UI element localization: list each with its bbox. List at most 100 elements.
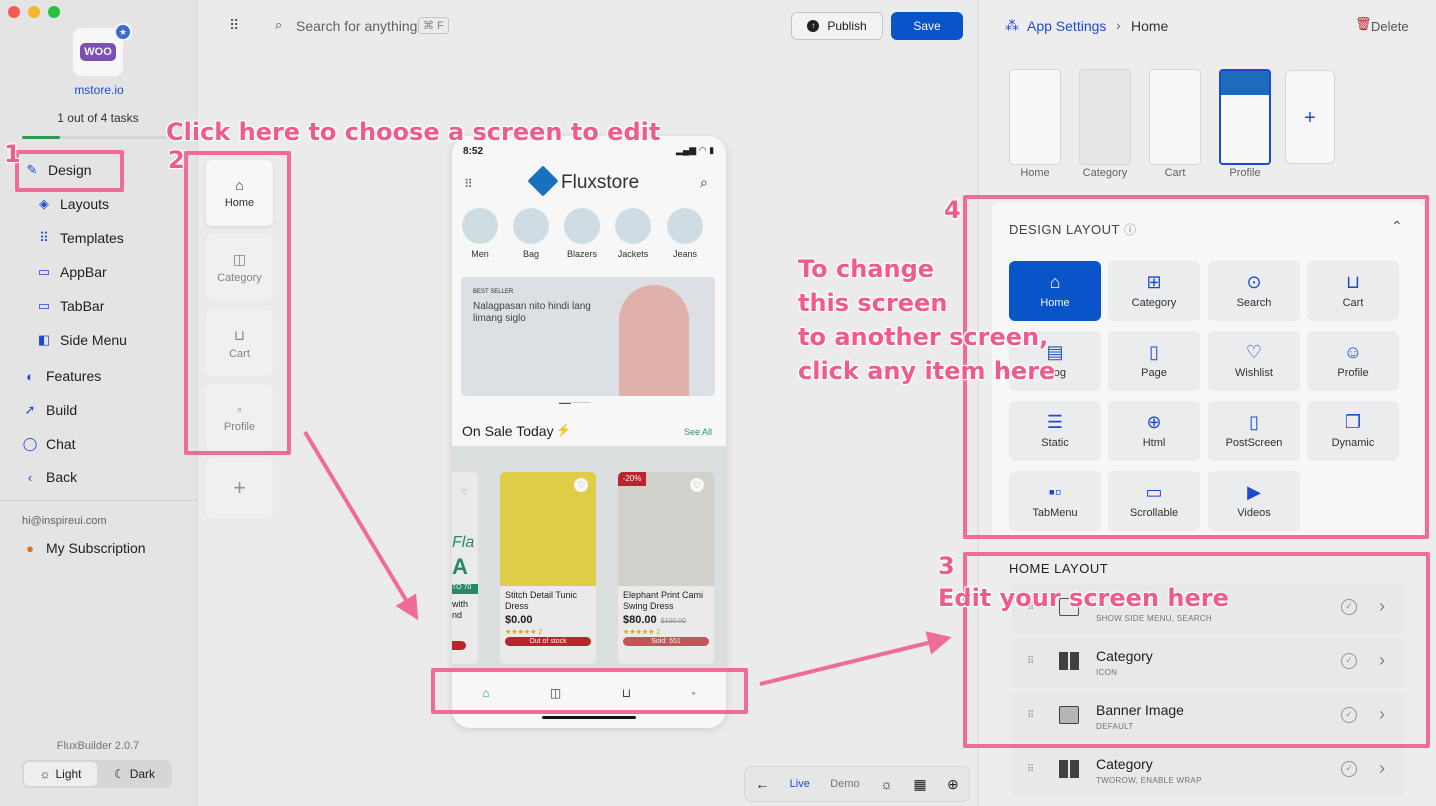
nav-templates[interactable]: ⠿ Templates xyxy=(36,230,124,246)
rating-stars: ★★★★★ 2 xyxy=(505,629,543,636)
banner-model-image xyxy=(619,285,689,396)
apps-grid-icon[interactable]: ⠿ xyxy=(229,17,239,34)
thumb-profile[interactable] xyxy=(1219,69,1271,165)
nav-side-menu[interactable]: ◧ Side Menu xyxy=(36,332,127,348)
category-blazers[interactable]: Blazers xyxy=(560,208,604,259)
table-icon[interactable]: ▦ xyxy=(913,776,926,793)
drag-handle-icon[interactable]: ⠿ xyxy=(1027,764,1034,775)
theme-switch: ☼ Light ☾ Dark xyxy=(22,760,172,788)
nav-features[interactable]: ◐ Features xyxy=(22,368,101,384)
close-window-button[interactable] xyxy=(8,6,20,18)
light-theme-button[interactable]: ☼ Light xyxy=(24,762,97,786)
add-screen-thumb-button[interactable]: + xyxy=(1285,70,1335,164)
delete-button[interactable]: Delete xyxy=(1371,19,1409,34)
section-title: On Sale Today xyxy=(462,423,554,439)
annotation-choose-screen: Click here to choose a screen to edit xyxy=(166,118,661,146)
category-bag[interactable]: Bag xyxy=(509,208,553,259)
highlight-tabbar xyxy=(431,668,748,714)
annotation-number-3: 3 xyxy=(938,552,955,580)
user-icon: ● xyxy=(26,540,34,556)
hat-icon xyxy=(667,208,703,244)
grid-icon: ⠿ xyxy=(39,230,49,245)
search-icon: ⌕ xyxy=(275,17,283,32)
annotation-edit-screen: Edit your screen here xyxy=(938,584,1229,612)
top-bar: ⠿ ⌕ Search for anything ⌘ F ↑ Publish Sa… xyxy=(199,0,977,52)
nav-tabbar[interactable]: ▭ TabBar xyxy=(36,298,105,314)
home-indicator xyxy=(542,716,636,719)
shirt-icon xyxy=(462,208,498,244)
chevron-left-icon: ‹ xyxy=(27,469,33,485)
search-icon[interactable]: ⌕ xyxy=(700,174,708,191)
breadcrumb-separator: › xyxy=(1116,17,1121,33)
save-button[interactable]: Save xyxy=(891,12,963,40)
nav-subscription[interactable]: ● My Subscription xyxy=(22,540,146,556)
thumb-home[interactable] xyxy=(1009,69,1061,165)
woo-logo: WOO xyxy=(80,43,116,61)
fluxstore-logo-icon xyxy=(527,165,559,197)
maximize-window-button[interactable] xyxy=(48,6,60,18)
sun-icon[interactable]: ☼ xyxy=(880,776,893,792)
menu-dots-icon[interactable]: ⠿ xyxy=(464,177,473,191)
version-text: FluxBuilder 2.0.7 xyxy=(56,740,140,752)
nav-chat[interactable]: ◯ Chat xyxy=(22,436,76,452)
shoe-icon xyxy=(615,208,651,244)
publish-button[interactable]: ↑ Publish xyxy=(791,12,883,40)
search-input[interactable]: Search for anything xyxy=(296,18,417,34)
highlight-home-layout xyxy=(963,552,1430,748)
add-screen-button[interactable]: + xyxy=(206,458,273,518)
check-circle-icon[interactable]: ✓ xyxy=(1341,761,1357,777)
partial-heart-icon[interactable]: ♡ xyxy=(452,483,472,501)
see-all-link[interactable]: See All xyxy=(684,427,712,437)
highlight-design xyxy=(15,150,124,192)
tabbar-icon: ▭ xyxy=(37,298,51,313)
thumb-category[interactable] xyxy=(1079,69,1131,165)
sun-icon: ☼ xyxy=(39,767,51,781)
carousel-dots: ▬▬▬ ─── ─── xyxy=(559,400,591,405)
annotation-number-4: 4 xyxy=(944,196,961,224)
rocket-icon: ➚ xyxy=(24,402,36,417)
category-jeans[interactable]: Jeans xyxy=(663,208,707,259)
arrow-left-icon[interactable]: ← xyxy=(755,776,769,792)
search-shortcut: ⌘ F xyxy=(418,17,449,34)
heart-icon[interactable]: ♡ xyxy=(690,478,704,492)
category-men[interactable]: Men xyxy=(458,208,502,259)
product-card[interactable]: ♡ Stitch Detail Tunic Dress $0.00 ★★★★★ … xyxy=(500,472,596,664)
zoom-in-icon[interactable]: ⊕ xyxy=(947,776,959,793)
star-badge-icon: ★ xyxy=(114,23,132,41)
arrow-to-tabbar xyxy=(303,430,419,621)
discount-badge: -20% xyxy=(618,472,646,486)
highlight-screens xyxy=(184,151,291,455)
annotation-number-1: 1 xyxy=(4,140,21,168)
bag-icon xyxy=(513,208,549,244)
banner[interactable]: BEST SELLER Nalagpasan nito hindi lang l… xyxy=(461,277,715,396)
minimize-window-button[interactable] xyxy=(28,6,40,18)
category-jackets[interactable]: Jackets xyxy=(611,208,655,259)
magic-wand-icon: ⁂ xyxy=(1005,17,1019,33)
dark-theme-button[interactable]: ☾ Dark xyxy=(99,762,170,786)
divider xyxy=(0,500,198,501)
sidemenu-icon: ◧ xyxy=(37,332,51,347)
appbar-icon: ▭ xyxy=(37,264,51,279)
tasks-progress xyxy=(22,136,174,139)
live-tab[interactable]: Live xyxy=(790,778,810,790)
nav-layouts[interactable]: ◈ Layouts xyxy=(36,196,109,212)
thumb-cart[interactable] xyxy=(1149,69,1201,165)
breadcrumb-current: Home xyxy=(1131,18,1169,34)
chat-icon: ◯ xyxy=(22,436,38,451)
layout-row[interactable]: ⠿ Category TWOROW, ENABLE WRAP ✓ › xyxy=(1011,746,1405,796)
chevron-right-icon[interactable]: › xyxy=(1379,758,1385,779)
nav-back[interactable]: ‹ Back xyxy=(22,469,77,485)
status-icons: ▂▄▆ ◠ ▮ xyxy=(676,145,715,155)
status-time: 8:52 xyxy=(463,146,484,157)
demo-tab[interactable]: Demo xyxy=(830,778,859,790)
app-brand: Fluxstore xyxy=(561,172,640,193)
product-card[interactable]: -20% ♡ Elephant Print Cami Swing Dress $… xyxy=(618,472,714,664)
store-name[interactable]: mstore.io xyxy=(0,83,198,97)
nav-build[interactable]: ➚ Build xyxy=(22,402,78,418)
trash-icon: 🗑 xyxy=(1355,16,1372,31)
sold-status: Sold: 551 xyxy=(623,637,709,646)
nav-appbar[interactable]: ▭ AppBar xyxy=(36,264,107,280)
heart-icon[interactable]: ♡ xyxy=(574,478,588,492)
breadcrumb-root[interactable]: App Settings xyxy=(1027,18,1106,34)
tasks-progress-fill xyxy=(22,136,60,139)
